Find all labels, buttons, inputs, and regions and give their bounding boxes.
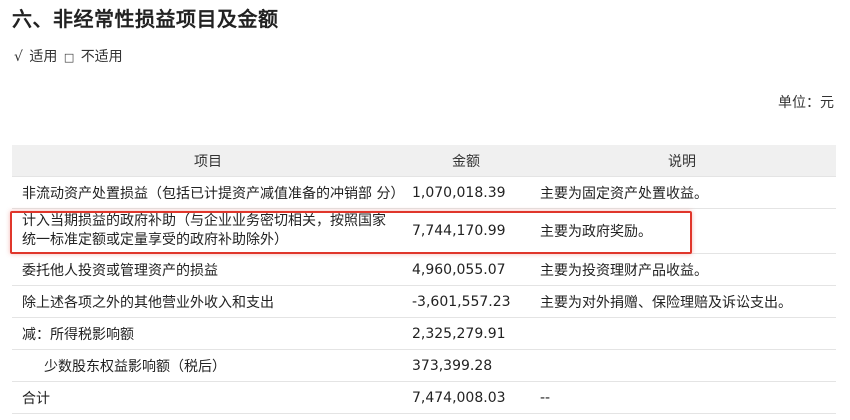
table-row: 非流动资产处置损益（包括已计提资产减值准备的冲销部 分） 1,070,018.3… (12, 176, 836, 209)
amount-cell: 4,960,055.07 (404, 253, 528, 286)
not-applicable-label: 不适用 (80, 49, 123, 65)
section-heading: 六、非经常性损益项目及金额 (12, 7, 279, 31)
applicability-options: √ 适用 □ 不适用 (14, 46, 125, 66)
unit-label: 单位：元 (778, 95, 834, 111)
table-row: 减：所得税影响额 2,325,279.91 (12, 317, 836, 350)
applicable-label: 适用 (29, 49, 58, 65)
non-recurring-items-table: 项目 金额 说明 非流动资产处置损益（包括已计提资产减值准备的冲销部 分） 1,… (12, 145, 836, 414)
amount-cell: -3,601,557.23 (404, 285, 528, 318)
item-cell: 少数股东权益影响额（税后） (12, 349, 404, 382)
amount-cell: 7,744,170.99 (404, 208, 528, 254)
item-cell: 委托他人投资或管理资产的损益 (12, 253, 404, 286)
description-cell (528, 317, 836, 350)
description-cell: 主要为投资理财产品收益。 (528, 253, 836, 286)
empty-checkbox-icon: □ (63, 51, 75, 64)
description-cell (528, 349, 836, 382)
checkmark-icon: √ (14, 49, 23, 65)
item-cell: 合计 (12, 381, 404, 414)
description-cell: 主要为政府奖励。 (528, 208, 836, 254)
description-cell: 主要为固定资产处置收益。 (528, 176, 836, 209)
column-header-amount: 金额 (404, 145, 528, 177)
item-cell: 非流动资产处置损益（包括已计提资产减值准备的冲销部 分） (12, 176, 404, 209)
table-header-row: 项目 金额 说明 (12, 145, 836, 177)
table-row: 合计 7,474,008.03 -- (12, 381, 836, 414)
item-cell: 除上述各项之外的其他营业外收入和支出 (12, 285, 404, 318)
item-cell: 计入当期损益的政府补助（与企业业务密切相关，按照国家 统一标准定额或定量享受的政… (12, 208, 404, 254)
description-cell: -- (528, 381, 836, 414)
column-header-description: 说明 (528, 145, 836, 177)
table-row: 委托他人投资或管理资产的损益 4,960,055.07 主要为投资理财产品收益。 (12, 253, 836, 286)
amount-cell: 7,474,008.03 (404, 381, 528, 414)
amount-cell: 373,399.28 (404, 349, 528, 382)
table-row: 少数股东权益影响额（税后） 373,399.28 (12, 349, 836, 382)
amount-cell: 2,325,279.91 (404, 317, 528, 350)
table-row: 计入当期损益的政府补助（与企业业务密切相关，按照国家 统一标准定额或定量享受的政… (12, 208, 836, 254)
amount-cell: 1,070,018.39 (404, 176, 528, 209)
column-header-item: 项目 (12, 145, 404, 177)
description-cell: 主要为对外捐赠、保险理赔及诉讼支出。 (528, 285, 836, 318)
table-row: 除上述各项之外的其他营业外收入和支出 -3,601,557.23 主要为对外捐赠… (12, 285, 836, 318)
item-cell: 减：所得税影响额 (12, 317, 404, 350)
